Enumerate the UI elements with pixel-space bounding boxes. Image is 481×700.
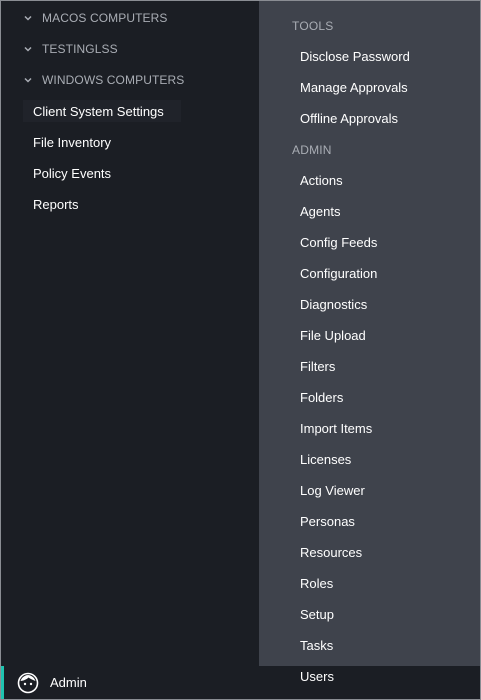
menu-item-file-upload[interactable]: File Upload [300, 326, 366, 346]
menu-item-log-viewer[interactable]: Log Viewer [300, 481, 365, 501]
menu-item-resources[interactable]: Resources [300, 543, 362, 563]
user-name: Admin [50, 675, 87, 690]
sidebar-item-reports[interactable]: Reports [33, 193, 79, 215]
app-window: MACOS COMPUTERS TESTINGLSS WINDOWS COMPU… [0, 0, 481, 700]
menu-item-configuration[interactable]: Configuration [300, 264, 377, 284]
menu-item-agents[interactable]: Agents [300, 202, 340, 222]
menu-item-setup[interactable]: Setup [300, 605, 334, 625]
menu-item-import-items[interactable]: Import Items [300, 419, 372, 439]
menu-item-filters[interactable]: Filters [300, 357, 335, 377]
user-avatar-icon [17, 672, 39, 694]
group-label: WINDOWS COMPUTERS [42, 73, 185, 87]
sidebar: MACOS COMPUTERS TESTINGLSS WINDOWS COMPU… [1, 1, 259, 666]
chevron-down-icon [23, 13, 33, 23]
section-title-tools: TOOLS [292, 19, 334, 33]
menu-item-tasks[interactable]: Tasks [300, 636, 333, 656]
group-label: MACOS COMPUTERS [42, 11, 168, 25]
menu-item-licenses[interactable]: Licenses [300, 450, 351, 470]
menu-item-offline-approvals[interactable]: Offline Approvals [300, 109, 398, 129]
menu-item-diagnostics[interactable]: Diagnostics [300, 295, 367, 315]
sidebar-item-client-system-settings[interactable]: Client System Settings [23, 100, 181, 122]
menu-item-personas[interactable]: Personas [300, 512, 355, 532]
menu-item-roles[interactable]: Roles [300, 574, 333, 594]
sidebar-item-policy-events[interactable]: Policy Events [33, 162, 111, 184]
chevron-down-icon [23, 75, 33, 85]
group-windows-computers[interactable]: WINDOWS COMPUTERS [23, 70, 184, 90]
menu-item-folders[interactable]: Folders [300, 388, 343, 408]
group-label: TESTINGLSS [42, 42, 118, 56]
section-title-admin: ADMIN [292, 143, 332, 157]
menu-item-users[interactable]: Users [300, 667, 334, 687]
menu-item-manage-approvals[interactable]: Manage Approvals [300, 78, 408, 98]
menu-item-actions[interactable]: Actions [300, 171, 343, 191]
chevron-down-icon [23, 44, 33, 54]
dropdown-menu: TOOLS Disclose Password Manage Approvals… [259, 1, 480, 699]
group-testinglss[interactable]: TESTINGLSS [23, 39, 118, 59]
sidebar-item-file-inventory[interactable]: File Inventory [33, 131, 111, 153]
menu-item-config-feeds[interactable]: Config Feeds [300, 233, 377, 253]
user-footer[interactable]: Admin [1, 666, 480, 699]
group-macos-computers[interactable]: MACOS COMPUTERS [23, 8, 168, 28]
menu-item-disclose-password[interactable]: Disclose Password [300, 47, 410, 67]
